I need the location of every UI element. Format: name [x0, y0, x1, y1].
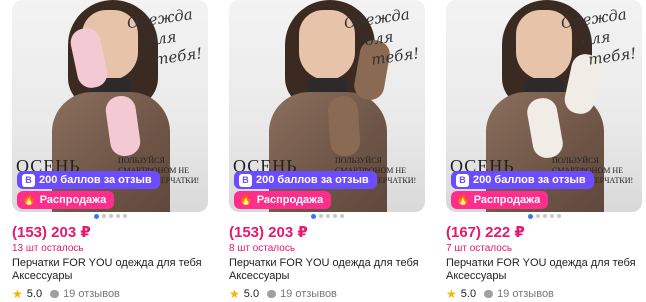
sale-badge-label: Распродажа	[473, 194, 541, 206]
product-photo[interactable]: Одежда для тебя! ОСЕНЬ ПОЛЬЗУЙСЯ СМАРТФО…	[229, 0, 425, 212]
price: (153) 203 ₽	[229, 224, 308, 241]
product-title-line[interactable]: Перчатки FOR YOU одежда для тебя	[12, 257, 208, 270]
rating-row: ★ 5.0 19 отзывов	[446, 287, 554, 301]
points-badge-label: 200 баллов за отзыв	[473, 174, 586, 186]
carousel-dot[interactable]	[549, 214, 554, 218]
product-title[interactable]: Перчатки FOR YOU одежда для тебя Аксессу…	[12, 257, 208, 283]
vk-icon: В	[239, 173, 252, 187]
chat-bubble-icon	[267, 290, 277, 298]
photo-script-text: Одежда для тебя!	[125, 5, 204, 69]
carousel-dot[interactable]	[332, 214, 337, 218]
product-category[interactable]: Аксессуары	[446, 270, 642, 283]
product-grid: Одежда для тебя! ОСЕНЬ ПОЛЬЗУЙСЯ СМАРТФО…	[0, 0, 646, 302]
points-badge-label: 200 баллов за отзыв	[256, 174, 369, 186]
rating-value: 5.0	[460, 288, 477, 300]
vk-icon: В	[456, 173, 469, 187]
carousel-dots[interactable]	[446, 214, 642, 220]
fire-icon: 🔥	[239, 194, 253, 206]
product-title[interactable]: Перчатки FOR YOU одежда для тебя Аксессу…	[229, 257, 425, 283]
carousel-dot[interactable]	[101, 214, 106, 218]
product-title[interactable]: Перчатки FOR YOU одежда для тебя Аксессу…	[446, 257, 642, 283]
reviews-count[interactable]: 19 отзывов	[63, 288, 120, 300]
stock-left: 13 шт осталось	[12, 243, 84, 254]
reviews-count[interactable]: 19 отзывов	[280, 288, 337, 300]
vk-icon: В	[22, 173, 35, 187]
star-icon: ★	[229, 287, 240, 301]
stock-left: 8 шт осталось	[229, 243, 296, 254]
carousel-dot[interactable]	[535, 214, 540, 218]
carousel-dot[interactable]	[318, 214, 323, 218]
carousel-dot-active[interactable]	[93, 214, 99, 219]
carousel-dot[interactable]	[122, 214, 127, 218]
product-category[interactable]: Аксессуары	[229, 270, 425, 283]
carousel-dot[interactable]	[542, 214, 547, 218]
product-card[interactable]: Одежда для тебя! ОСЕНЬ ПОЛЬЗУЙСЯ СМАРТФО…	[446, 0, 642, 302]
reviews-count[interactable]: 19 отзывов	[497, 288, 554, 300]
points-badge: В 200 баллов за отзыв	[451, 171, 594, 189]
fire-icon: 🔥	[22, 194, 36, 206]
rating-value: 5.0	[26, 288, 43, 300]
sale-badge: 🔥 Распродажа	[234, 191, 332, 209]
sale-badge-label: Распродажа	[39, 194, 107, 206]
sale-badge: 🔥 Распродажа	[451, 191, 549, 209]
product-title-line[interactable]: Перчатки FOR YOU одежда для тебя	[229, 257, 425, 270]
star-icon: ★	[12, 287, 23, 301]
product-photo[interactable]: Одежда для тебя! ОСЕНЬ ПОЛЬЗУЙСЯ СМАРТФО…	[12, 0, 208, 212]
product-title-line[interactable]: Перчатки FOR YOU одежда для тебя	[446, 257, 642, 270]
points-badge: В 200 баллов за отзыв	[17, 171, 160, 189]
photo-script-text: Одежда для тебя!	[559, 5, 638, 69]
carousel-dots[interactable]	[12, 214, 208, 220]
carousel-dot-active[interactable]	[527, 214, 533, 219]
rating-row: ★ 5.0 19 отзывов	[12, 287, 120, 301]
points-badge: В 200 баллов за отзыв	[234, 171, 377, 189]
rating-row: ★ 5.0 19 отзывов	[229, 287, 337, 301]
chat-bubble-icon	[50, 290, 60, 298]
fire-icon: 🔥	[456, 194, 470, 206]
price: (153) 203 ₽	[12, 224, 91, 241]
sale-badge-label: Распродажа	[256, 194, 324, 206]
photo-script-text: Одежда для тебя!	[342, 5, 421, 69]
carousel-dot[interactable]	[108, 214, 113, 218]
carousel-dot[interactable]	[556, 214, 561, 218]
carousel-dot[interactable]	[115, 214, 120, 218]
stock-left: 7 шт осталось	[446, 243, 513, 254]
product-card[interactable]: Одежда для тебя! ОСЕНЬ ПОЛЬЗУЙСЯ СМАРТФО…	[229, 0, 425, 302]
carousel-dot[interactable]	[339, 214, 344, 218]
carousel-dot-active[interactable]	[310, 214, 316, 219]
price: (167) 222 ₽	[446, 224, 525, 241]
rating-value: 5.0	[243, 288, 260, 300]
chat-bubble-icon	[484, 290, 494, 298]
product-photo[interactable]: Одежда для тебя! ОСЕНЬ ПОЛЬЗУЙСЯ СМАРТФО…	[446, 0, 642, 212]
carousel-dots[interactable]	[229, 214, 425, 220]
star-icon: ★	[446, 287, 457, 301]
sale-badge: 🔥 Распродажа	[17, 191, 115, 209]
product-card[interactable]: Одежда для тебя! ОСЕНЬ ПОЛЬЗУЙСЯ СМАРТФО…	[12, 0, 208, 302]
points-badge-label: 200 баллов за отзыв	[39, 174, 152, 186]
carousel-dot[interactable]	[325, 214, 330, 218]
glove-image	[326, 95, 362, 157]
product-category[interactable]: Аксессуары	[12, 270, 208, 283]
